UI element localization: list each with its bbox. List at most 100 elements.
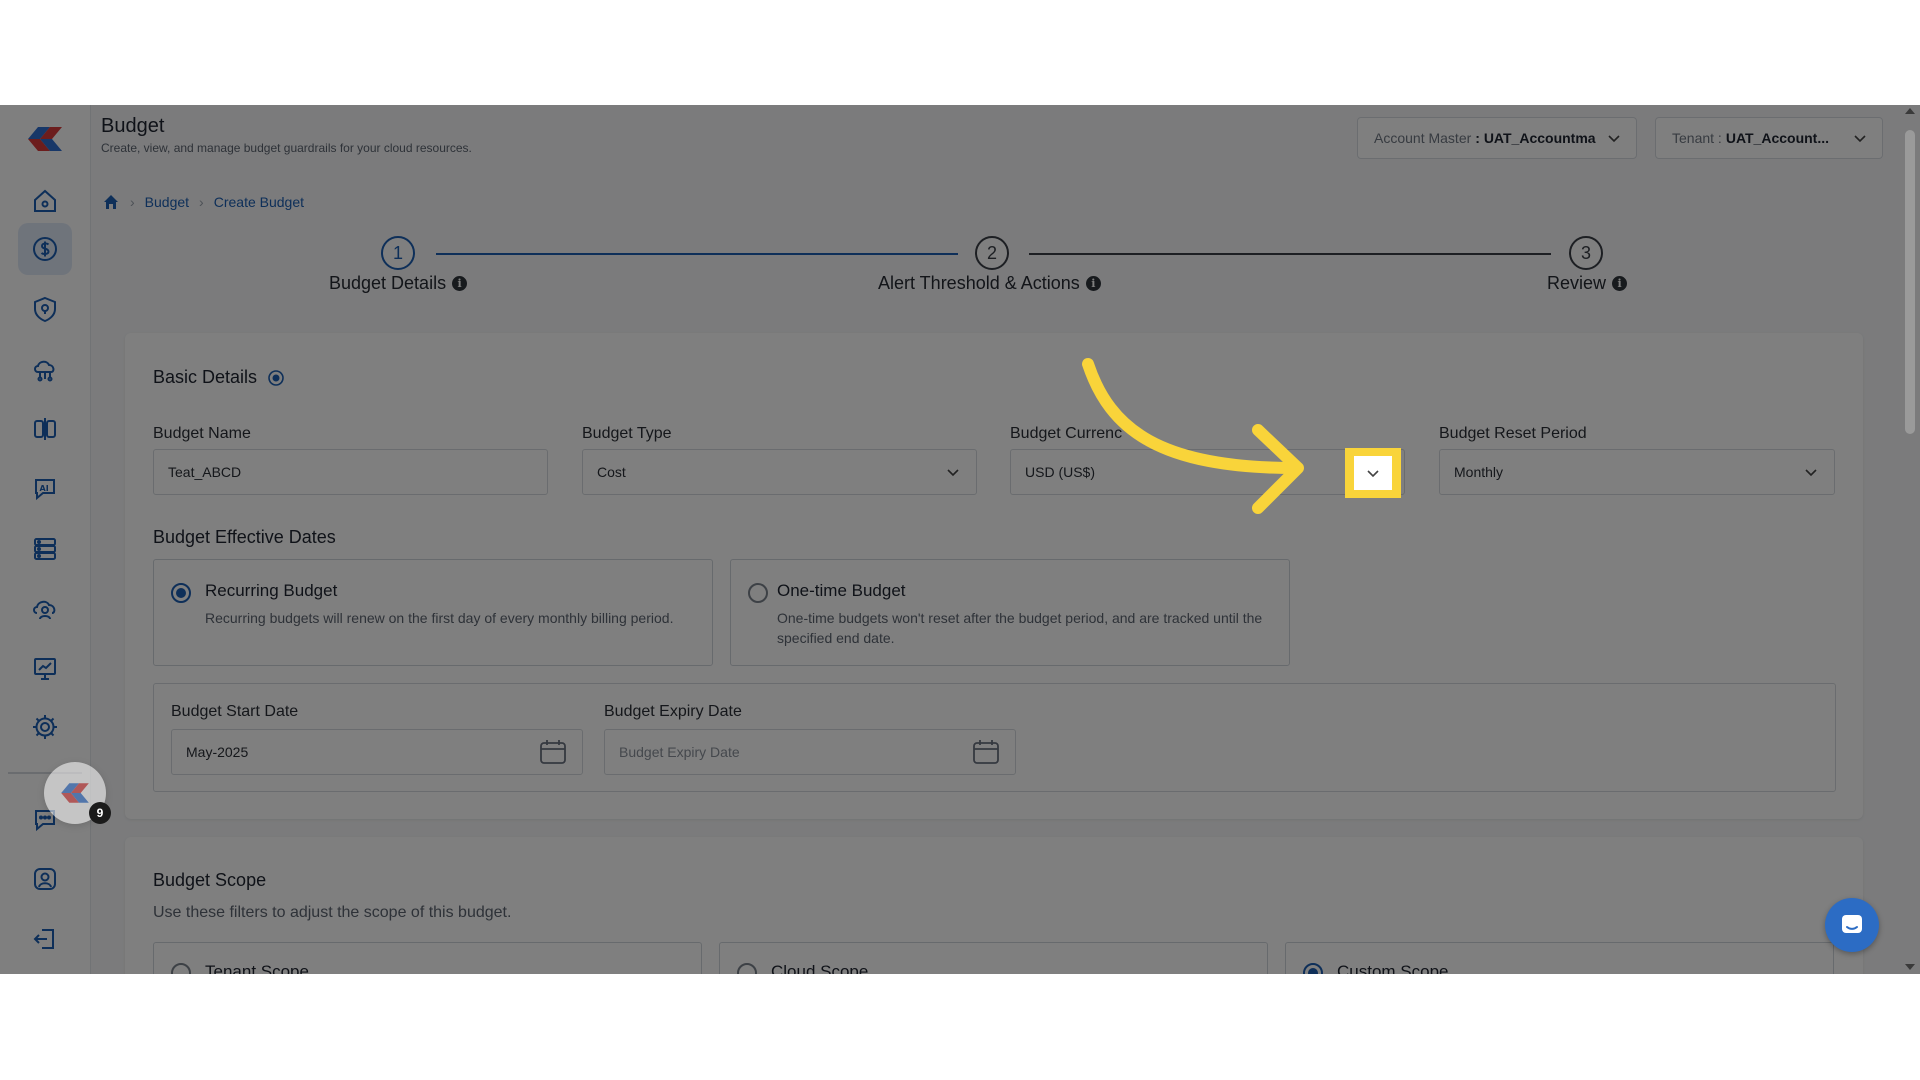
budget-name-value: Teat_ABCD [168,464,242,480]
breadcrumb-create-budget-link[interactable]: Create Budget [214,194,304,210]
sidebar-item-cloud-users[interactable] [18,583,72,635]
recurring-budget-option[interactable]: Recurring Budget Recurring budgets will … [153,559,713,666]
expiry-date-label: Budget Expiry Date [604,703,742,720]
sidebar-item-cloud[interactable] [18,343,72,395]
breadcrumb-budget-link[interactable]: Budget [145,194,189,210]
start-date-label: Budget Start Date [171,703,299,720]
ai-chat-icon: AI [35,479,55,501]
stepper-progress-line [436,253,958,255]
page-title: Budget [101,115,165,137]
one-time-budget-option[interactable]: One-time Budget One-time budgets won't r… [730,559,1290,666]
tenant-scope-radio[interactable] [171,963,191,974]
chevron-right-icon: › [130,194,135,210]
basic-details-card: Basic Details Budget Name Teat_ABCD Budg… [125,333,1863,819]
start-date-input[interactable]: May-2025 [171,729,583,775]
sidebar-item-ai[interactable]: AI [18,463,72,515]
logout-icon [33,929,54,949]
chat-support-button[interactable] [1825,898,1879,952]
expiry-date-placeholder: Budget Expiry Date [619,744,740,760]
step-1-circle[interactable]: 1 [381,236,415,270]
presentation-chart-icon [34,658,56,680]
effective-dates-title: Budget Effective Dates [153,527,336,547]
calendar-icon[interactable] [971,737,1001,767]
recurring-budget-radio[interactable] [171,583,191,603]
one-time-budget-radio[interactable] [748,583,768,603]
cloud-user-icon [33,600,56,620]
step-2-circle[interactable]: 2 [975,236,1009,270]
brand-logo-icon[interactable] [22,123,68,155]
budget-scope-title: Budget Scope [153,870,267,890]
budget-name-label: Budget Name [153,425,251,442]
one-time-budget-title: One-time Budget [777,581,906,600]
budget-type-select[interactable]: Cost [582,449,977,495]
chevron-down-icon [1854,135,1866,143]
cloud-scope-option[interactable]: Cloud Scope [719,942,1268,974]
tenant-select[interactable]: Tenant : UAT_Account... [1655,117,1883,159]
stepper-line [1029,253,1551,255]
radio-target-icon [268,369,284,386]
tenant-scope-option[interactable]: Tenant Scope [153,942,702,974]
info-icon[interactable]: i [1085,276,1101,291]
chevron-down-icon [1367,470,1379,478]
chevron-down-icon [1805,469,1817,477]
sidebar: AI [0,105,91,974]
step-3-circle[interactable]: 3 [1569,236,1603,270]
sidebar-item-home[interactable] [18,175,72,227]
step-3-text: Review [1547,273,1607,293]
scrollbar-thumb[interactable] [1905,130,1915,434]
custom-scope-radio[interactable] [1303,963,1323,974]
tutorial-arrow-icon [1082,358,1304,514]
info-icon[interactable]: i [1612,276,1628,291]
sidebar-item-budget[interactable] [18,223,72,275]
server-icon [34,538,56,560]
basic-details-text: Basic Details [153,367,258,387]
currency-dropdown-toggle[interactable] [1354,456,1392,490]
budget-scope-card: Budget Scope Use these filters to adjust… [125,837,1863,974]
chat-icon [1842,915,1862,933]
budget-reset-period-value: Monthly [1454,464,1504,480]
sidebar-item-reports[interactable] [18,643,72,695]
budget-type-label: Budget Type [582,425,672,442]
account-master-label: Account Master [1374,130,1472,146]
cloud-scope-label: Cloud Scope [771,962,869,974]
notification-badge: 9 [89,802,111,824]
sidebar-item-logout[interactable] [18,913,72,965]
budget-scope-subtitle: Use these filters to adjust the scope of… [153,904,512,921]
step-1-text: Budget Details [329,273,447,293]
basic-details-title: Basic Details [153,367,285,388]
one-time-budget-desc: One-time budgets won't reset after the b… [777,610,1263,646]
calendar-icon[interactable] [538,737,568,767]
chevron-down-icon [1608,135,1620,143]
sidebar-item-security[interactable] [18,283,72,335]
date-range-box: Budget Start Date May-2025 Budget Expiry… [153,683,1836,792]
app-window: AI Budget Create, view, and manage budge… [0,105,1920,974]
tenant-scope-label: Tenant Scope [205,962,309,974]
cloud-network-icon [34,360,55,382]
account-master-select[interactable]: Account Master : UAT_Accountma [1357,117,1637,159]
budget-name-input[interactable]: Teat_ABCD [153,449,548,495]
budget-type-value: Cost [597,464,626,480]
recurring-budget-desc: Recurring budgets will renew on the firs… [205,610,674,626]
recurring-budget-title: Recurring Budget [205,581,338,600]
step-2-label: Alert Threshold & Actions i [878,273,1101,294]
custom-scope-label: Custom Scope [1337,962,1449,974]
expiry-date-input[interactable]: Budget Expiry Date [604,729,1016,775]
sidebar-item-compare[interactable] [18,403,72,455]
budget-reset-period-label: Budget Reset Period [1439,425,1587,442]
custom-scope-option[interactable]: Custom Scope [1285,942,1834,974]
tenant-value: UAT_Account... [1725,130,1830,146]
budget-reset-period-select[interactable]: Monthly [1439,449,1835,495]
home-icon[interactable] [102,193,120,211]
sidebar-item-servers[interactable] [18,523,72,575]
user-profile-icon [34,868,56,890]
gear-icon [33,715,57,739]
svg-text:AI: AI [40,484,49,493]
brand-logo-icon [61,783,89,803]
sidebar-item-profile[interactable] [18,853,72,905]
info-icon[interactable]: i [452,276,468,291]
breadcrumb: › Budget › Create Budget [102,193,304,211]
chevron-down-icon [947,469,959,477]
chevron-right-icon: › [199,194,204,210]
cloud-scope-radio[interactable] [737,963,757,974]
sidebar-item-settings[interactable] [18,701,72,753]
